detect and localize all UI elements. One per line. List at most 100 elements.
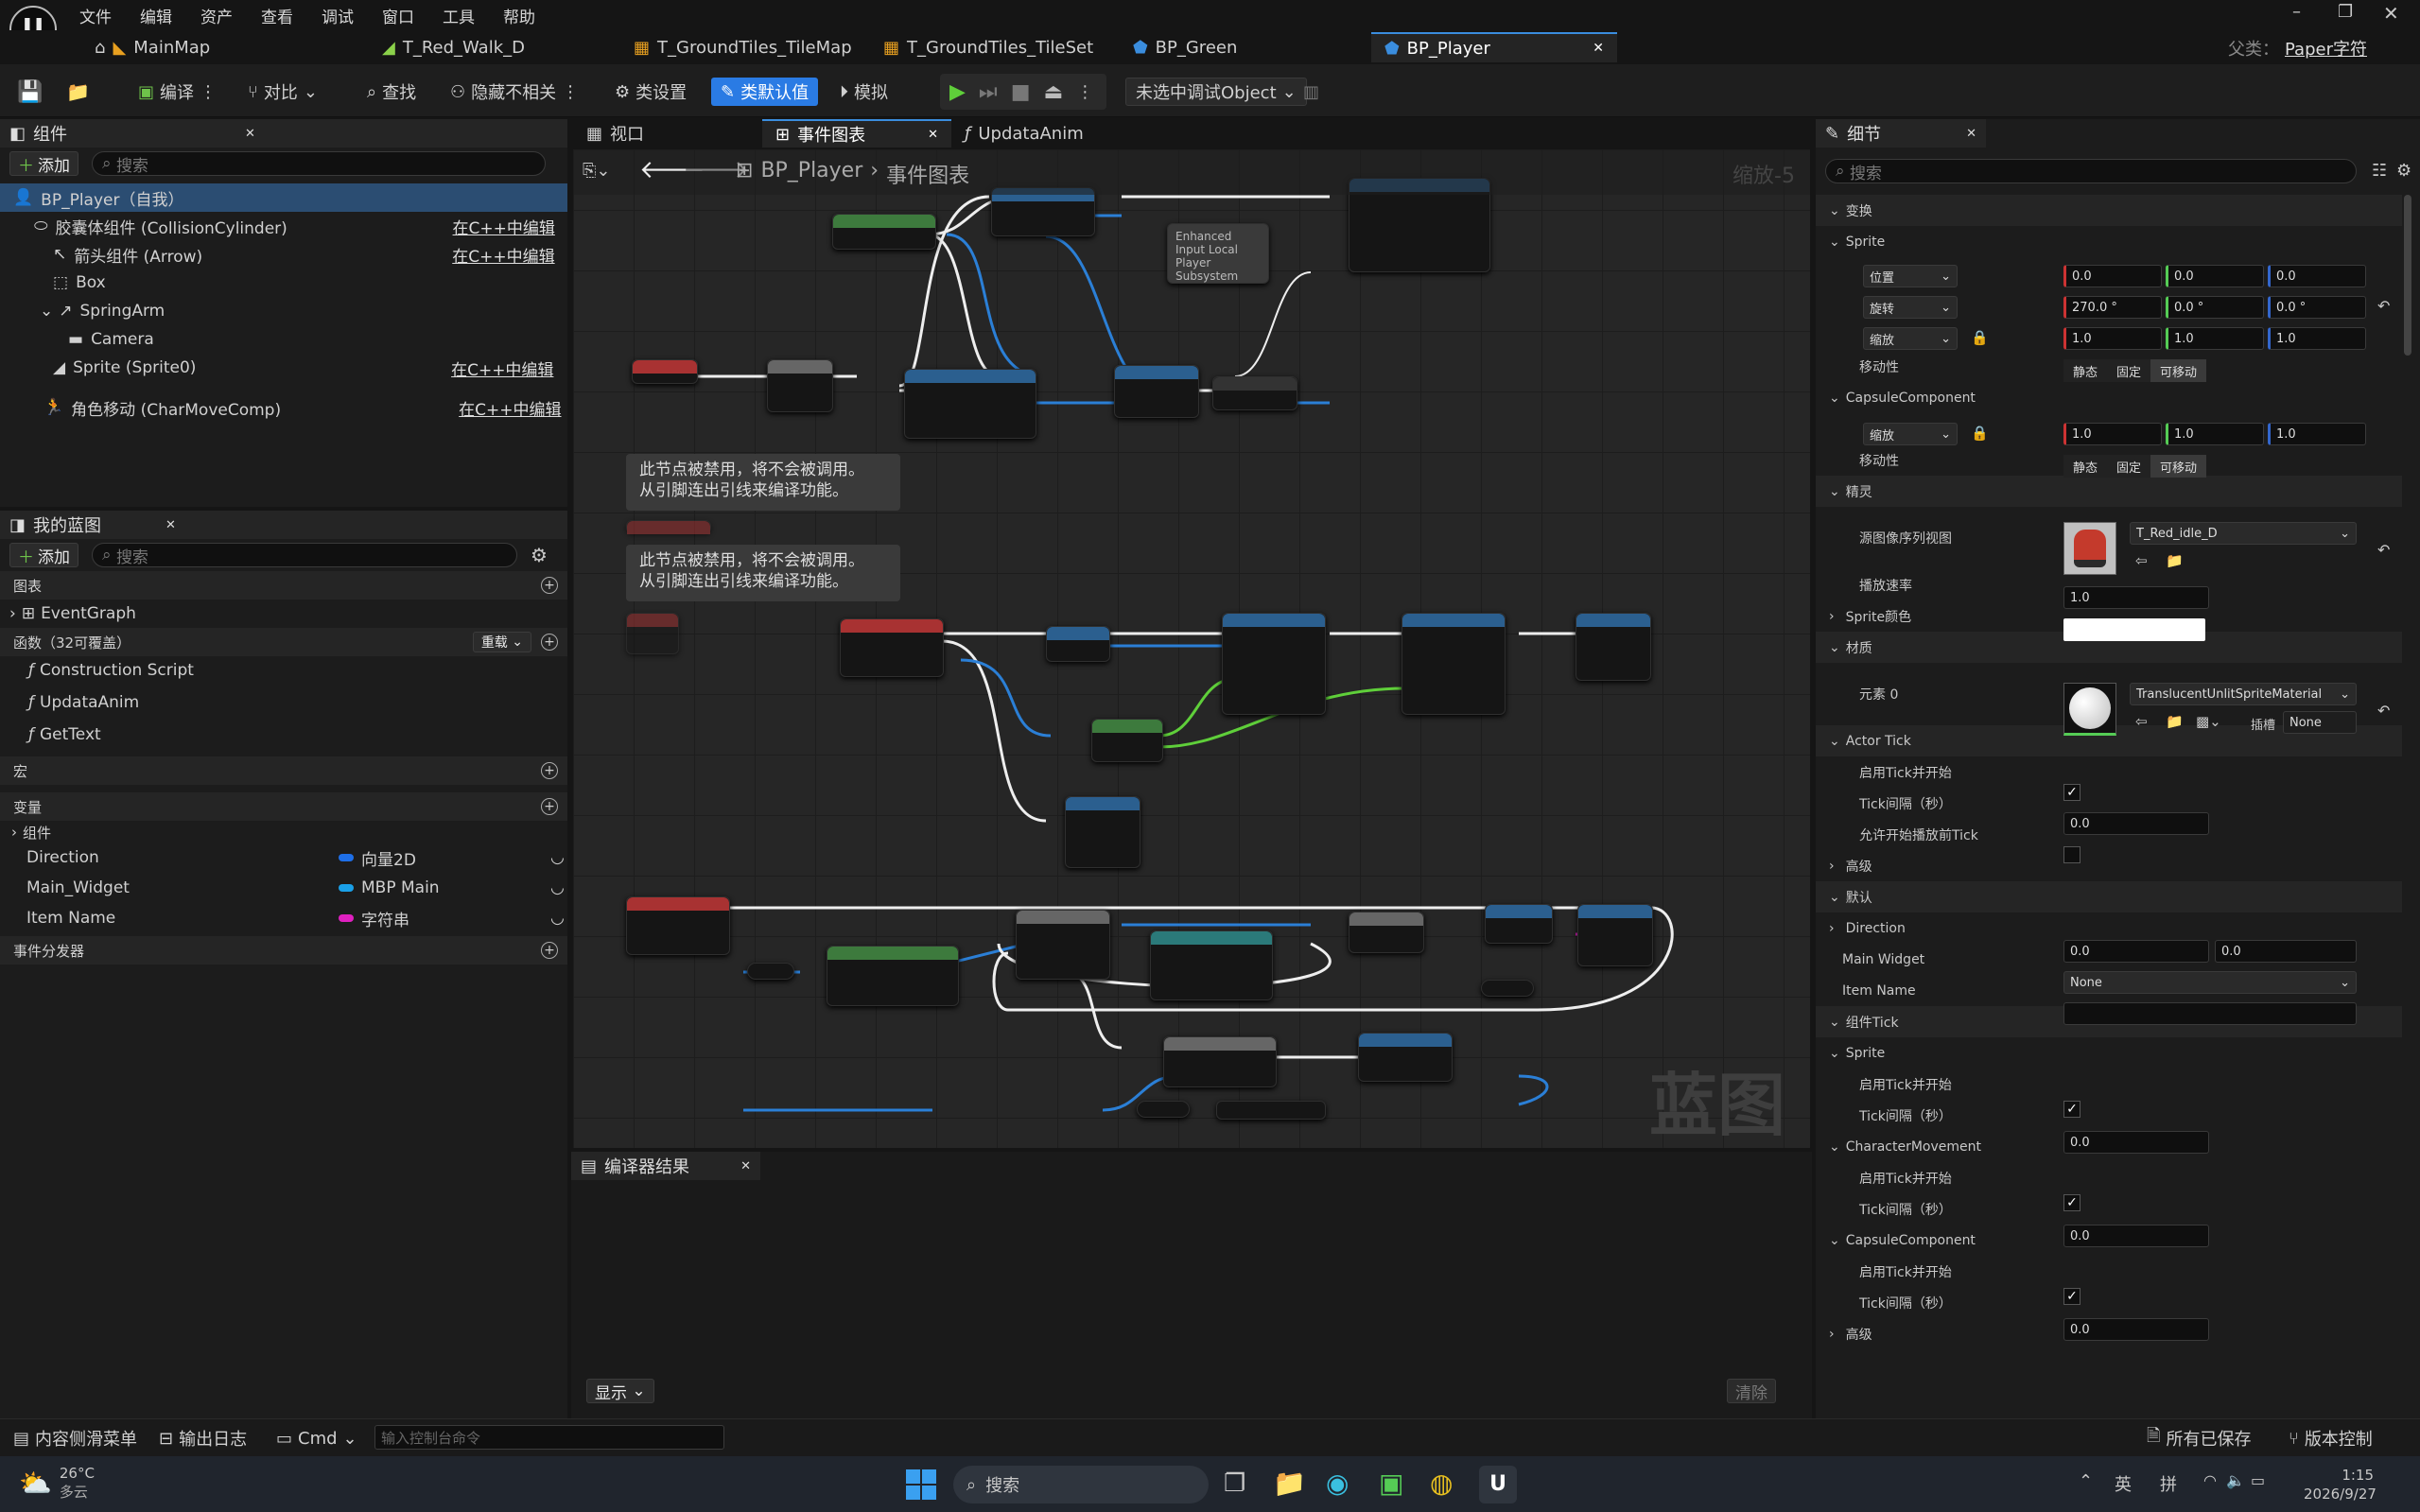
graph-node[interactable] (1016, 910, 1110, 980)
add-graph-icon[interactable]: + (541, 577, 558, 594)
add-function-icon[interactable]: + (541, 634, 558, 651)
close-window-icon[interactable]: ✕ (2383, 2, 2399, 25)
graph-node[interactable] (1137, 1101, 1190, 1118)
mobility-toggle[interactable]: 静态 固定 可移动 (2063, 359, 2207, 382)
version-control-button[interactable]: ⑂ 版本控制 (2289, 1424, 2373, 1452)
default-section[interactable]: ⌄ 默认 (1816, 881, 2402, 912)
console-input[interactable]: 输入控制台命令 (374, 1425, 724, 1450)
graph-node[interactable] (1485, 904, 1553, 944)
graphs-section[interactable]: 图表 + (0, 571, 567, 600)
chrome-icon[interactable]: ◍ (1430, 1468, 1453, 1499)
rotation-z[interactable]: 0.0 ° (2268, 296, 2366, 319)
close-panel-icon[interactable]: ✕ (245, 127, 255, 141)
component-row[interactable]: ⬭ 胶囊体组件 (CollisionCylinder) 在C++中编辑 (0, 212, 567, 240)
macros-section[interactable]: 宏 + (0, 756, 567, 785)
tab-tileset[interactable]: ▦ T_GroundTiles_TileSet (870, 32, 1106, 62)
allow-tick-checkbox[interactable] (2063, 846, 2081, 863)
sprite-category[interactable]: ⌄ Sprite (1816, 226, 2402, 257)
battery-icon[interactable]: ▭ (2251, 1471, 2265, 1489)
sprite-tick-checkbox[interactable]: ✓ (2063, 1101, 2081, 1118)
start-button[interactable] (906, 1469, 936, 1500)
menu-file[interactable]: 文件 (79, 4, 112, 27)
sprite-tick-interval[interactable]: 0.0 (2063, 1131, 2209, 1154)
mobility-static[interactable]: 静态 (2063, 455, 2108, 478)
ime-pinyin[interactable]: 拼 (2160, 1471, 2177, 1496)
details-scrollbar[interactable] (2404, 195, 2411, 356)
variable-item[interactable]: Item Name 字符串 ◡ (0, 904, 567, 932)
minimize-icon[interactable]: – (2292, 2, 2301, 22)
hide-unrelated-button[interactable]: ⚇ 隐藏不相关 ⋮ (450, 78, 579, 106)
graph-node[interactable] (1163, 1036, 1277, 1087)
function-item[interactable]: ƒ UpdataAnim (0, 688, 567, 717)
mobility-stationary[interactable]: 固定 (2107, 455, 2151, 478)
taskbar-search[interactable]: ⌕ 搜索 (953, 1466, 1209, 1503)
component-row[interactable]: ↖ 箭头组件 (Arrow) 在C++中编辑 (0, 240, 567, 269)
disabled-node-comment[interactable]: 此节点被禁用，将不会被调用。 从引脚连出引线来编译功能。 (626, 545, 900, 601)
scale-x[interactable]: 1.0 (2063, 327, 2162, 350)
gear-icon[interactable]: ⚙ (2396, 161, 2411, 181)
show-dropdown[interactable]: 显示 ⌄ (586, 1379, 654, 1403)
graph-node[interactable] (1091, 719, 1163, 762)
tray-chevron-icon[interactable]: ⌃ (2079, 1471, 2093, 1491)
edge-icon[interactable]: ◉ (1326, 1468, 1349, 1499)
eject-icon[interactable]: ⏏ (1044, 80, 1064, 104)
graph-node[interactable] (1216, 1101, 1326, 1120)
unreal-taskbar-icon[interactable]: U (1479, 1466, 1517, 1503)
gear-icon[interactable]: ⚙ (531, 544, 548, 566)
graph-node[interactable] (832, 214, 936, 250)
lock-icon[interactable]: 🔒 (1971, 329, 1989, 346)
add-dispatcher-icon[interactable]: + (541, 942, 558, 959)
rotation-y[interactable]: 0.0 ° (2166, 296, 2264, 319)
edit-in-cpp-link[interactable]: 在C++中编辑 (451, 356, 553, 380)
clock[interactable]: 1:15 2026/9/27 (2304, 1466, 2376, 1503)
compile-button[interactable]: ▣ 编译 ⋮ (138, 78, 217, 106)
tab-tilemap[interactable]: ▦ T_GroundTiles_TileMap (620, 32, 865, 62)
add-variable-icon[interactable]: + (541, 798, 558, 815)
graph-node[interactable] (1222, 613, 1326, 715)
disabled-node-comment[interactable]: 此节点被禁用，将不会被调用。 从引脚连出引线来编译功能。 (626, 454, 900, 511)
browse-icon[interactable]: 📁 (66, 78, 90, 106)
graph-node[interactable] (1212, 376, 1297, 410)
close-tab-icon[interactable]: ✕ (1593, 41, 1604, 56)
step-icon[interactable]: ⏭ (979, 80, 998, 104)
material-dropdown[interactable]: TranslucentUnlitSpriteMaterial ⌄ (2130, 683, 2357, 705)
bookmark-icon[interactable]: ⎘⌄ (583, 161, 610, 181)
clear-button[interactable]: 清除 (1727, 1379, 1776, 1403)
variable-item[interactable]: Direction 向量2D ◡ (0, 843, 567, 872)
capsule-scale-x[interactable]: 1.0 (2063, 423, 2162, 445)
graph-node[interactable] (1349, 912, 1424, 953)
weather-widget[interactable]: ⛅ 26°C 多云 (19, 1464, 95, 1502)
save-icon[interactable]: 💾 (17, 78, 43, 106)
use-selected-icon[interactable]: ⇦ (2135, 713, 2148, 730)
volume-icon[interactable]: 🔈 (2226, 1471, 2245, 1489)
sprite-category[interactable]: ⌄ Sprite (1816, 1037, 2402, 1069)
graph-node[interactable] (767, 359, 833, 412)
graph-node[interactable] (626, 896, 730, 955)
capsule-scale-y[interactable]: 1.0 (2166, 423, 2264, 445)
tab-t-red-walk[interactable]: ◢ T_Red_Walk_D (369, 32, 538, 62)
add-macro-icon[interactable]: + (541, 762, 558, 779)
graph-node[interactable] (904, 369, 1036, 439)
reset-icon[interactable]: ↶ (2377, 297, 2390, 315)
capsule-tick-checkbox[interactable]: ✓ (2063, 1288, 2081, 1305)
content-drawer-button[interactable]: ▤ 内容侧滑菜单 (13, 1424, 137, 1452)
close-tab-icon[interactable]: ✕ (928, 128, 938, 142)
function-item[interactable]: ƒ GetText (0, 721, 567, 749)
graph-node[interactable] (1481, 980, 1534, 997)
edit-in-cpp-link[interactable]: 在C++中编辑 (459, 396, 561, 420)
menu-view[interactable]: 查看 (261, 4, 293, 27)
item-name-field[interactable] (2063, 1002, 2357, 1025)
advanced-row[interactable]: › 高级 (1816, 850, 2402, 881)
menu-asset[interactable]: 资产 (200, 4, 233, 27)
component-row[interactable]: 🏃 角色移动 (CharMoveComp) 在C++中编辑 (0, 393, 567, 422)
menu-tools[interactable]: 工具 (443, 4, 475, 27)
scale-z[interactable]: 1.0 (2268, 327, 2366, 350)
play-icon[interactable]: ▶ (949, 80, 966, 104)
use-selected-icon[interactable]: ⇦ (2135, 552, 2148, 569)
main-widget-dropdown[interactable]: None ⌄ (2063, 971, 2357, 994)
graph-node[interactable] (1046, 626, 1110, 662)
ime-english[interactable]: 英 (2115, 1471, 2132, 1496)
lock-icon[interactable]: 🔒 (1971, 425, 1989, 442)
close-panel-icon[interactable]: ✕ (165, 518, 176, 532)
eye-icon[interactable]: ◡ (550, 848, 565, 867)
